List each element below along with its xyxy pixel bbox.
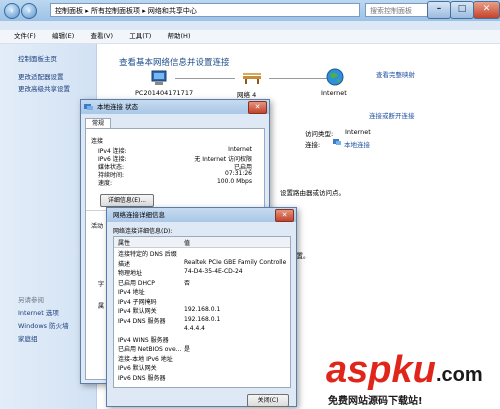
- change-advanced-sharing-link[interactable]: 更改高级共享设置: [18, 83, 70, 93]
- menu-file[interactable]: 文件(F): [14, 30, 36, 43]
- status-dialog-close-icon[interactable]: ✕: [248, 101, 267, 114]
- internet-label: Internet: [321, 89, 347, 97]
- homegroup-link[interactable]: 家庭组: [18, 333, 38, 343]
- internet-options-link[interactable]: Internet 选项: [18, 307, 59, 317]
- detail-property: IPv6 DNS 服务器: [118, 374, 166, 382]
- maximize-button[interactable]: □: [450, 1, 474, 19]
- detail-value: 74-D4-35-4E-CD-24: [184, 268, 243, 275]
- status-dialog-title: 本地连接 状态: [81, 100, 269, 114]
- detail-property: 连接-本地 IPv6 地址: [118, 355, 173, 363]
- close-dialog-button[interactable]: 关闭(C): [247, 394, 289, 407]
- address-bar[interactable]: 控制面板 ▸ 所有控制面板项 ▸ 网络和共享中心: [50, 3, 360, 17]
- detail-property: IPv4 子网掩码: [118, 298, 157, 306]
- detail-value: 是: [184, 346, 191, 353]
- forward-arrow-icon[interactable]: ›: [21, 3, 37, 19]
- detail-property: IPv4 DNS 服务器: [118, 317, 166, 325]
- fragment-b: 属: [98, 303, 105, 310]
- menu-view[interactable]: 查看(V): [90, 30, 113, 43]
- see-also-title: 另请参阅: [18, 296, 44, 304]
- network-name: 网络 4: [237, 91, 257, 99]
- detail-property: IPv4 默认网关: [118, 308, 157, 315]
- detail-property: IPv4 地址: [118, 289, 145, 296]
- details-list[interactable]: 属性 值 连接特定的 DNS 后缀 描述 Realtek PCIe GBE Fami…: [113, 236, 291, 388]
- speed-label: 速度:: [98, 180, 113, 187]
- access-type-value: Internet: [345, 128, 371, 136]
- connection-label: 连接:: [305, 141, 321, 149]
- network-bench-icon: [242, 71, 262, 85]
- address-strip: [0, 21, 500, 30]
- access-type-label: 访问类型:: [305, 130, 334, 138]
- col-value: 值: [184, 240, 191, 247]
- detail-value: 192.168.0.1: [184, 306, 221, 313]
- content-fragment-1: 设置路由器或访问点。: [280, 189, 345, 197]
- fragment-a: 字: [98, 281, 105, 288]
- details-dialog: 网络连接详细信息 ✕ 网络连接详细信息(D): 属性 值 连接特定的 DNS 后…: [106, 207, 297, 407]
- computer-icon: [149, 70, 169, 86]
- detail-property: 连接特定的 DNS 后缀: [118, 251, 177, 258]
- detail-property: 已启用 NetBIOS ove...: [118, 346, 182, 353]
- map-connector-line-2: [269, 78, 329, 79]
- window-titlebar: ‹ › 控制面板 ▸ 所有控制面板项 ▸ 网络和共享中心 搜索控制面板: [0, 0, 500, 22]
- col-property: 属性: [118, 240, 131, 247]
- back-arrow-icon[interactable]: ‹: [4, 3, 20, 19]
- detail-property: 物理地址: [118, 270, 143, 277]
- menu-edit[interactable]: 编辑(E): [52, 30, 74, 43]
- detail-value: 4.4.4.4: [184, 325, 205, 332]
- local-connection-link[interactable]: 本地连接: [344, 139, 370, 149]
- full-map-link[interactable]: 查看完整映射: [376, 69, 415, 79]
- speed-value: 100.0 Mbps: [216, 178, 252, 185]
- details-dialog-title: 网络连接详细信息: [107, 208, 296, 222]
- detail-value: Realtek PCIe GBE Family Controlle: [184, 258, 287, 266]
- activity-label: 活动: [91, 223, 104, 230]
- detail-value: 192.168.0.1: [184, 315, 221, 323]
- map-connector-line: [175, 78, 235, 79]
- close-button[interactable]: ✕: [473, 1, 500, 19]
- windows-firewall-link[interactable]: Windows 防火墙: [18, 320, 69, 330]
- detail-property: IPv4 WINS 服务器: [118, 336, 169, 344]
- page-title: 查看基本网络信息并设置连接: [119, 58, 230, 68]
- watermark-tld: .com: [436, 364, 483, 386]
- connection-icon: [333, 138, 341, 146]
- duration-value: 07:31:26: [225, 170, 252, 177]
- control-panel-home-link[interactable]: 控制面板主页: [18, 53, 57, 63]
- minimize-button[interactable]: –: [427, 1, 451, 19]
- globe-icon: [326, 68, 344, 86]
- detail-value: 否: [184, 279, 191, 287]
- details-dialog-close-icon[interactable]: ✕: [275, 209, 294, 222]
- watermark-tagline: 免费网站源码下载站!: [328, 396, 423, 407]
- computer-name: PC201404171717: [135, 89, 194, 97]
- network-adapter-icon: [84, 103, 93, 111]
- change-adapter-settings-link[interactable]: 更改适配器设置: [18, 71, 64, 81]
- connect-disconnect-link[interactable]: 连接或断开连接: [369, 110, 415, 120]
- menu-help[interactable]: 帮助(H): [168, 30, 191, 43]
- details-subtitle: 网络连接详细信息(D):: [113, 228, 173, 235]
- menu-tools[interactable]: 工具(T): [129, 30, 151, 43]
- nav-buttons: ‹ ›: [4, 3, 40, 19]
- details-header: 属性 值: [114, 237, 290, 248]
- details-button[interactable]: 详细信息(E)...: [100, 194, 154, 207]
- watermark: aspku .com 免费网站源码下载站!: [326, 350, 498, 408]
- watermark-logo: aspku: [326, 349, 436, 391]
- detail-property: 已启用 DHCP: [118, 279, 155, 287]
- menu-bar: 文件(F) 编辑(E) 查看(V) 工具(T) 帮助(H): [0, 30, 500, 44]
- ipv4-value: Internet: [228, 146, 252, 153]
- detail-property: 描述: [118, 260, 131, 268]
- detail-property: IPv6 默认网关: [118, 365, 157, 372]
- section-connection: 连接: [91, 138, 104, 145]
